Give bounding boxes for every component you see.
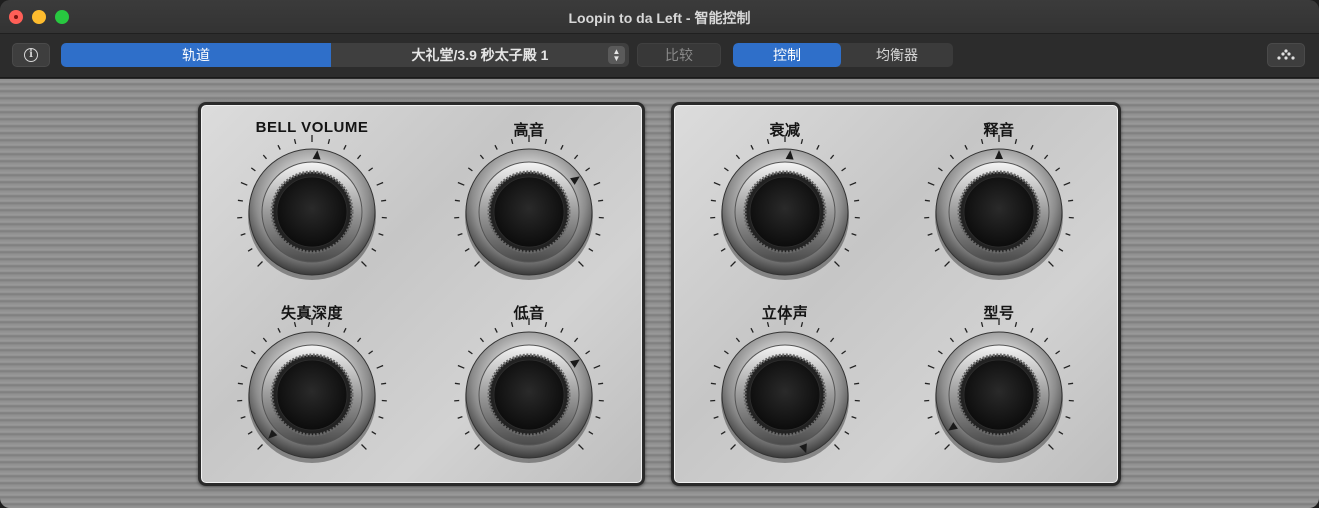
tab-controls[interactable]: 控制 — [733, 43, 841, 67]
knob-graphic — [710, 318, 860, 463]
controls-panel-right: 衰减 释音 立体声 型号 — [671, 102, 1121, 486]
release-knob[interactable] — [919, 132, 1079, 292]
knob-graphic — [237, 318, 387, 463]
model-knob[interactable] — [919, 315, 1079, 475]
tab-eq[interactable]: 均衡器 — [841, 43, 953, 67]
compare-button[interactable]: 比较 — [637, 43, 721, 67]
window-title: Loopin to da Left - 智能控制 — [568, 10, 751, 26]
bass-knob[interactable] — [449, 315, 609, 475]
info-button[interactable]: i — [12, 43, 50, 67]
controls-panel-left: BELL VOLUME 高音 失真深度 低音 — [198, 102, 645, 486]
info-icon: i — [24, 48, 38, 62]
title-bar: Loopin to da Left - 智能控制 — [0, 0, 1319, 34]
drive-depth-knob[interactable] — [232, 315, 392, 475]
knob-graphic — [924, 135, 1074, 280]
chevron-up-down-icon[interactable]: ▲ ▼ — [608, 46, 625, 64]
decay-knob[interactable] — [705, 132, 865, 292]
preset-popup[interactable]: 大礼堂/3.9 秒太子殿 1 ▲ ▼ — [331, 43, 629, 67]
track-selector-button[interactable]: 轨道 — [61, 43, 331, 67]
knob-graphic — [454, 135, 604, 280]
toolbar: i 轨道 大礼堂/3.9 秒太子殿 1 ▲ ▼ 比较 控制 均衡器 — [0, 34, 1319, 78]
bell-volume-knob[interactable] — [232, 132, 392, 292]
treble-knob[interactable] — [449, 132, 609, 292]
view-segmented-control: 控制 均衡器 — [733, 43, 953, 67]
knob-graphic — [710, 135, 860, 280]
smart-controls-menu-button[interactable] — [1267, 43, 1305, 67]
smart-controls-area: BELL VOLUME 高音 失真深度 低音 衰减 释音 立体声 型号 — [0, 79, 1319, 508]
preset-value: 大礼堂/3.9 秒太子殿 1 — [411, 47, 549, 63]
knob-graphic — [454, 318, 604, 463]
smart-controls-window: Loopin to da Left - 智能控制 i 轨道 大礼堂/3.9 秒太… — [0, 0, 1319, 508]
dots-arc-icon — [1277, 49, 1295, 60]
stereo-knob[interactable] — [705, 315, 865, 475]
knob-graphic — [237, 135, 387, 280]
knob-graphic — [924, 318, 1074, 463]
